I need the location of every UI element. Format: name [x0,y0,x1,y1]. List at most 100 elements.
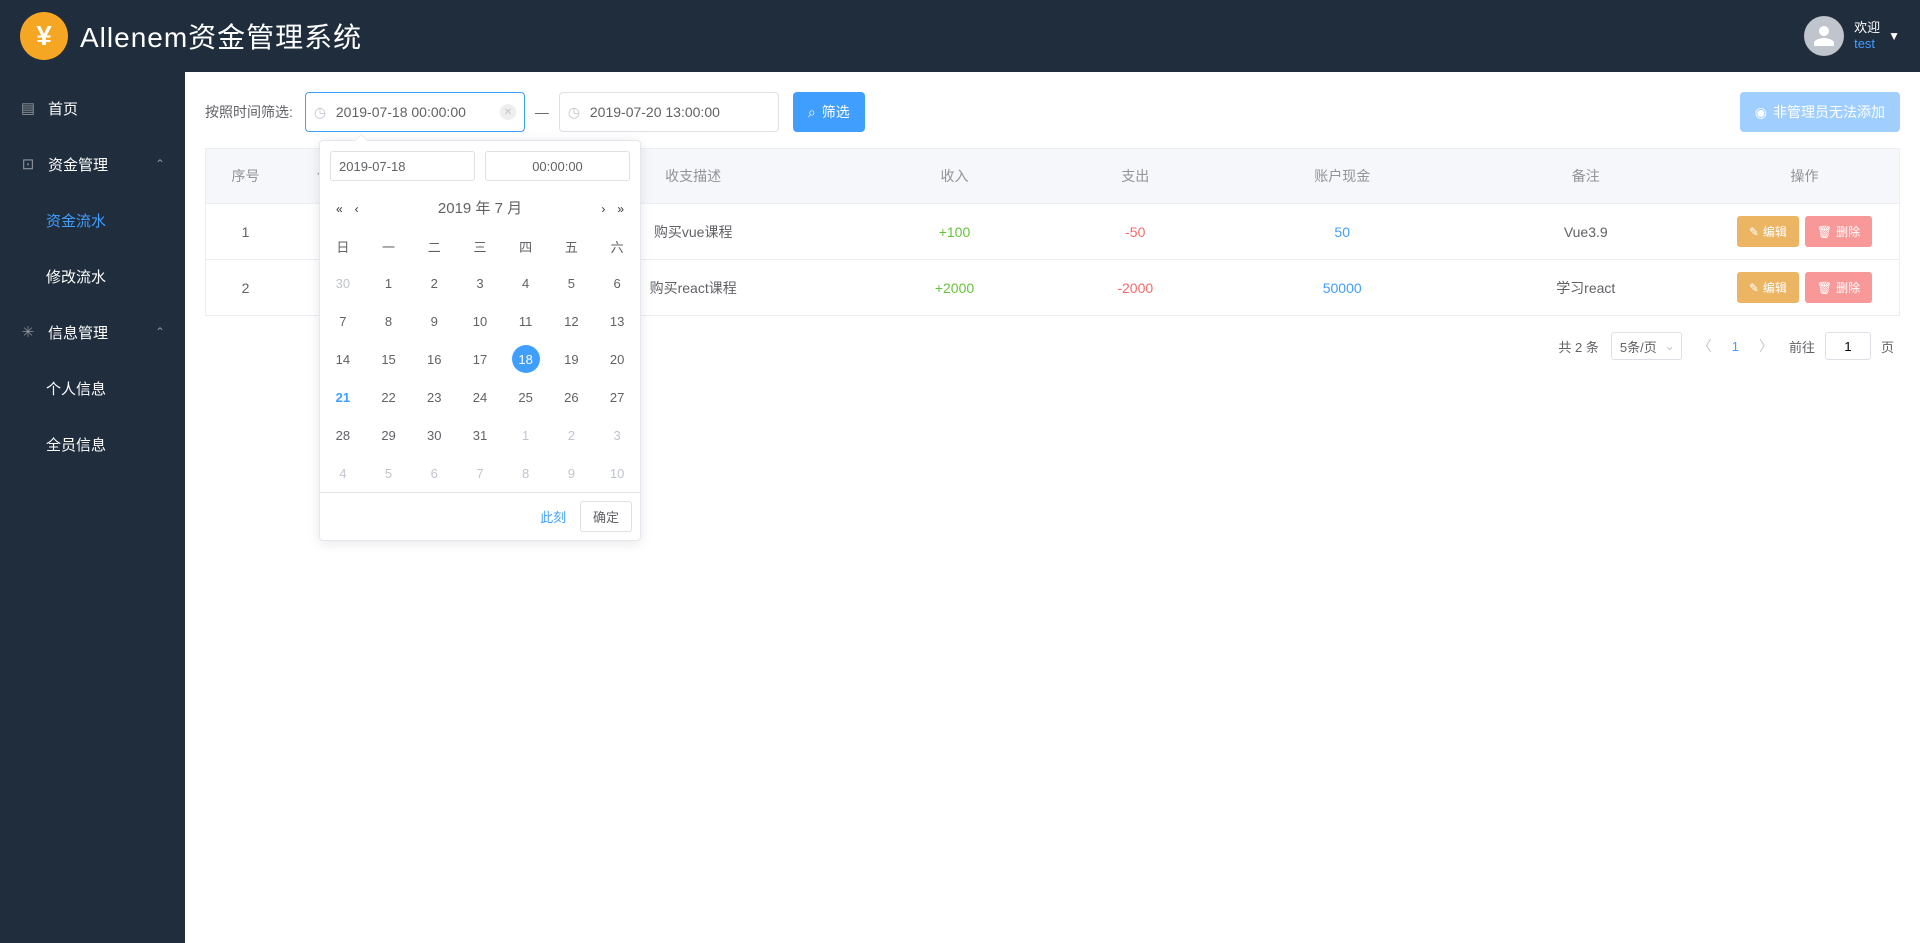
chevron-up-icon: ⌃ [155,157,165,171]
app-logo-icon: ¥ [20,12,68,60]
app-title: Allenem资金管理系统 [80,16,362,56]
delete-button[interactable]: 🗑删除 [1805,272,1872,303]
user-text: 欢迎 test [1854,20,1880,51]
sidebar-item-home[interactable]: ▤ 首页 [0,80,185,136]
end-date-input[interactable]: ◷ 2019-07-20 13:00:00 [559,92,779,132]
calendar-day[interactable]: 16 [411,340,457,378]
sidebar-item-fund-modify[interactable]: 修改流水 [0,248,185,304]
cell-cash: 50000 [1223,260,1462,316]
calendar-day[interactable]: 1 [366,264,412,302]
sidebar: ▤ 首页 ⊡ 资金管理 ⌃ 资金流水 修改流水 ✳ 信息管理 ⌃ 个人信息 全员… [0,72,185,943]
calendar-day[interactable]: 29 [366,416,412,454]
prev-page-button[interactable]: 〈 [1694,336,1716,356]
end-date-value: 2019-07-20 13:00:00 [590,104,720,120]
calendar-day[interactable]: 8 [503,454,549,492]
calendar-day[interactable]: 3 [594,416,640,454]
calendar-day[interactable]: 18 [503,340,549,378]
datepicker-now-button[interactable]: 此刻 [540,510,566,525]
calendar-day[interactable]: 19 [549,340,595,378]
calendar-day[interactable]: 23 [411,378,457,416]
page-size-value: 5条/页 [1620,337,1657,356]
calendar-day[interactable]: 30 [411,416,457,454]
search-button[interactable]: ⌕ 筛选 [793,92,865,132]
weekday-label: 二 [411,228,457,264]
calendar-day[interactable]: 6 [411,454,457,492]
calendar-day[interactable]: 1 [503,416,549,454]
sidebar-item-all-info[interactable]: 全员信息 [0,416,185,472]
calendar-day[interactable]: 22 [366,378,412,416]
filter-label: 按照时间筛选: [205,102,293,122]
edit-button[interactable]: ✎编辑 [1737,216,1799,247]
goto-page-input[interactable] [1825,332,1871,360]
calendar-day[interactable]: 17 [457,340,503,378]
sidebar-item-label: 个人信息 [46,378,106,399]
page-size-select[interactable]: 5条/页 ⌄ [1611,332,1682,360]
datepicker-popover: « ‹ 2019 年 7 月 › » 日一二三四五六 3012345678910… [319,140,641,541]
cell-ops: ✎编辑🗑删除 [1710,204,1900,260]
calendar-day[interactable]: 14 [320,340,366,378]
th-expense: 支出 [1048,148,1223,204]
cell-income: +2000 [861,260,1047,316]
calendar-day[interactable]: 15 [366,340,412,378]
datepicker-confirm-button[interactable]: 确定 [580,501,632,532]
calendar-day[interactable]: 2 [549,416,595,454]
calendar-day[interactable]: 7 [457,454,503,492]
search-label: 筛选 [822,102,850,122]
calendar-day[interactable]: 9 [411,302,457,340]
sidebar-item-personal-info[interactable]: 个人信息 [0,360,185,416]
calendar-day[interactable]: 5 [366,454,412,492]
next-year-button[interactable]: » [613,202,628,216]
pagination-total: 共 2 条 [1558,337,1598,356]
calendar-day[interactable]: 4 [503,264,549,302]
calendar-day[interactable]: 27 [594,378,640,416]
sidebar-item-funds[interactable]: ⊡ 资金管理 ⌃ [0,136,185,192]
edit-button[interactable]: ✎编辑 [1737,272,1799,303]
calendar-day[interactable]: 8 [366,302,412,340]
cell-ops: ✎编辑🗑删除 [1710,260,1900,316]
calendar-day[interactable]: 24 [457,378,503,416]
sidebar-item-fund-flow[interactable]: 资金流水 [0,192,185,248]
calendar-day[interactable]: 25 [503,378,549,416]
calendar-day[interactable]: 12 [549,302,595,340]
calendar-day[interactable]: 6 [594,264,640,302]
datepicker-time-input[interactable] [485,151,630,181]
cell-expense: -2000 [1048,260,1223,316]
user-dropdown[interactable]: 欢迎 test ▼ [1804,16,1900,56]
current-page[interactable]: 1 [1728,339,1743,354]
datepicker-date-input[interactable] [330,151,475,181]
calendar-day[interactable]: 9 [549,454,595,492]
calendar-day[interactable]: 21 [320,378,366,416]
sidebar-item-info[interactable]: ✳ 信息管理 ⌃ [0,304,185,360]
next-page-button[interactable]: 〉 [1755,336,1777,356]
calendar-day[interactable]: 10 [457,302,503,340]
th-remark: 备注 [1462,148,1710,204]
calendar-day[interactable]: 5 [549,264,595,302]
prev-year-button[interactable]: « [332,202,347,216]
clear-icon[interactable]: ✕ [500,104,516,120]
calendar-day[interactable]: 3 [457,264,503,302]
calendar-day[interactable]: 20 [594,340,640,378]
calendar-day[interactable]: 7 [320,302,366,340]
calendar-day[interactable]: 30 [320,264,366,302]
delete-button[interactable]: 🗑删除 [1805,216,1872,247]
welcome-label: 欢迎 [1854,20,1880,36]
calendar-day[interactable]: 11 [503,302,549,340]
cell-cash: 50 [1223,204,1462,260]
cell-expense: -50 [1048,204,1223,260]
calendar-day[interactable]: 13 [594,302,640,340]
calendar-day[interactable]: 2 [411,264,457,302]
date-separator: — [535,104,549,120]
sidebar-item-label: 首页 [48,98,78,119]
next-month-button[interactable]: › [597,202,609,216]
calendar-day[interactable]: 28 [320,416,366,454]
start-date-input[interactable]: ◷ 2019-07-18 00:00:00 ✕ [305,92,525,132]
calendar-day[interactable]: 31 [457,416,503,454]
prev-month-button[interactable]: ‹ [351,202,363,216]
calendar-day[interactable]: 4 [320,454,366,492]
add-button: ◉ 非管理员无法添加 [1740,92,1900,132]
avatar-icon [1804,16,1844,56]
calendar-day[interactable]: 26 [549,378,595,416]
calendar-day[interactable]: 10 [594,454,640,492]
view-icon: ◉ [1755,104,1767,121]
caret-down-icon: ▼ [1888,29,1900,43]
